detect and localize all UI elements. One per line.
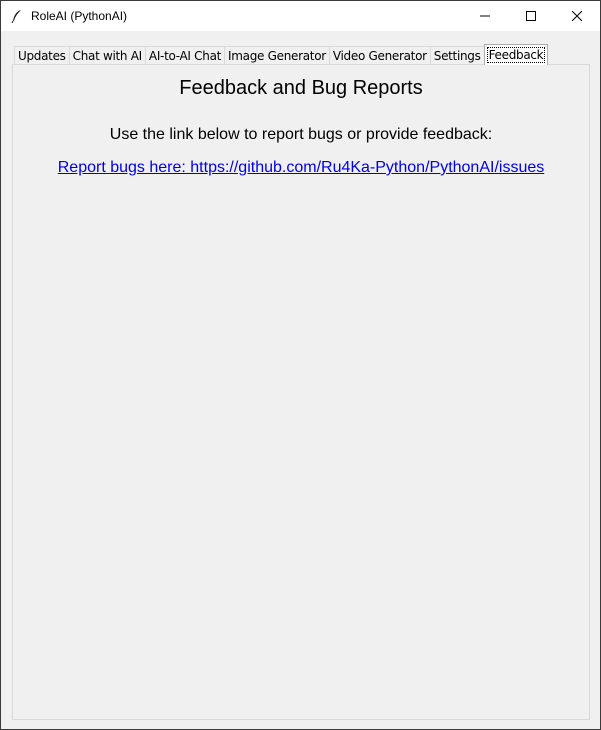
tab-settings[interactable]: Settings: [429, 46, 485, 65]
tab-label: Chat with AI: [72, 49, 143, 63]
page-title: Feedback and Bug Reports: [179, 77, 423, 99]
minimize-icon: [480, 15, 490, 17]
maximize-icon: [526, 11, 536, 21]
maximize-button[interactable]: [508, 1, 554, 31]
tab-bar: Updates Chat with AI AI-to-AI Chat Image…: [14, 44, 549, 65]
tab-label: Image Generator: [228, 49, 326, 63]
feather-icon: [9, 8, 25, 24]
close-button[interactable]: [554, 1, 600, 31]
tab-feedback[interactable]: Feedback: [483, 44, 549, 65]
report-bugs-link[interactable]: Report bugs here: https://github.com/Ru4…: [13, 159, 589, 177]
tab-label: Updates: [18, 49, 66, 63]
feedback-panel: Feedback and Bug Reports Use the link be…: [12, 64, 590, 720]
close-icon: [572, 11, 582, 21]
tab-label: Feedback: [486, 47, 546, 63]
window-title: RoleAI (PythonAI): [31, 9, 128, 23]
app-window: RoleAI (PythonAI) Updates Chat with AI A…: [0, 0, 601, 730]
tab-label: Settings: [433, 49, 481, 63]
tab-image-generator[interactable]: Image Generator: [224, 46, 330, 65]
tab-updates[interactable]: Updates: [14, 46, 70, 65]
tab-label: AI-to-AI Chat: [148, 49, 222, 63]
tab-video-generator[interactable]: Video Generator: [328, 46, 431, 65]
tab-ai-to-ai-chat[interactable]: AI-to-AI Chat: [144, 46, 226, 65]
client-area: Updates Chat with AI AI-to-AI Chat Image…: [1, 31, 600, 729]
tab-label: Video Generator: [332, 49, 427, 63]
title-bar[interactable]: RoleAI (PythonAI): [1, 1, 600, 31]
tab-chat-with-ai[interactable]: Chat with AI: [68, 46, 146, 65]
window-controls: [462, 1, 600, 31]
feedback-instructions: Use the link below to report bugs or pro…: [109, 126, 493, 143]
minimize-button[interactable]: [462, 1, 508, 31]
